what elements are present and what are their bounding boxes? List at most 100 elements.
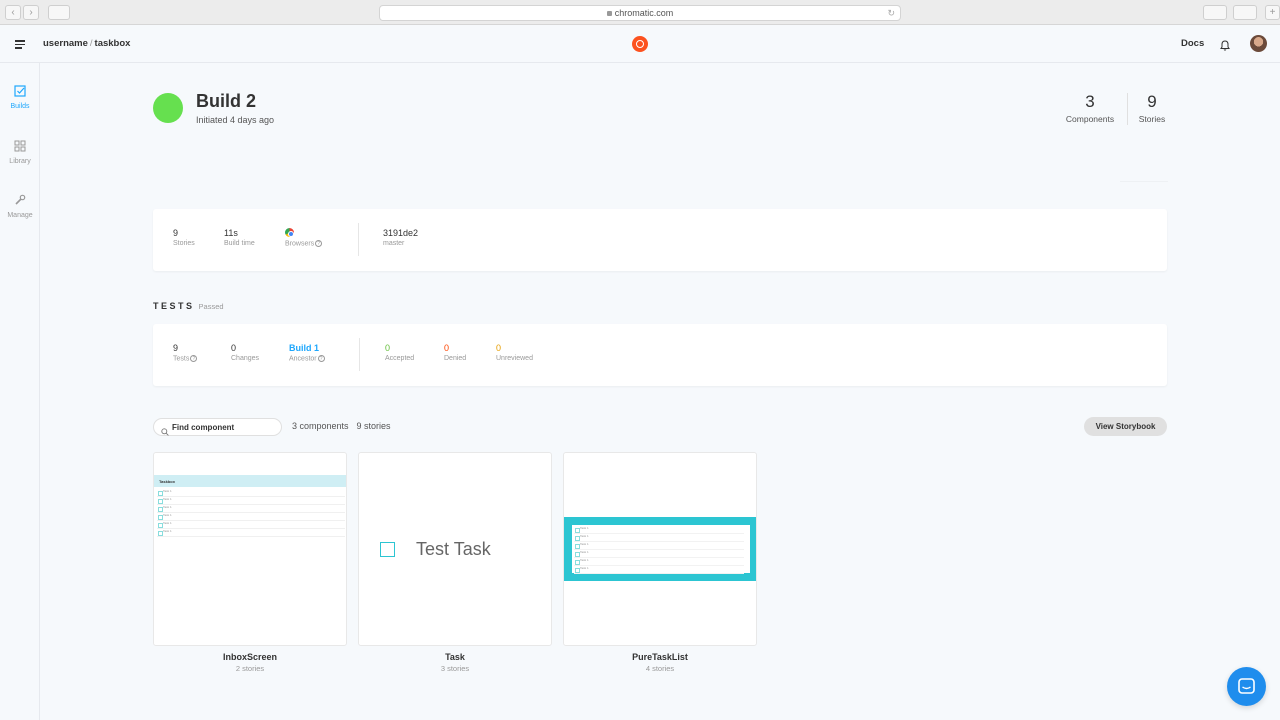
component-search[interactable]: [153, 418, 282, 436]
tests-count[interactable]: 9 Tests?: [173, 343, 198, 363]
help-icon[interactable]: ?: [315, 240, 323, 247]
bell-icon[interactable]: [1220, 38, 1230, 56]
page-title: Build 2: [196, 91, 257, 111]
thumbnail-frame: Task 1 Task 1 Task 1 Task 1 Task 1 Task …: [564, 517, 756, 581]
component-card[interactable]: Test Task Task 3 stories: [358, 452, 552, 673]
view-storybook-button[interactable]: View Storybook: [1084, 417, 1167, 436]
summary-commit[interactable]: 3191de2 master: [383, 228, 418, 247]
breadcrumb[interactable]: username / taskbox: [43, 38, 130, 49]
metric-label: Ancestor: [289, 355, 317, 363]
sidebar-item-manage[interactable]: Manage: [0, 194, 40, 219]
component-thumbnail[interactable]: Task 1 Task 1 Task 1 Task 1 Task 1 Task …: [563, 452, 757, 646]
owner-name[interactable]: username: [43, 38, 88, 49]
docs-link[interactable]: Docs: [1181, 38, 1204, 49]
browser-toolbar: ‹ › chromatic.com ↻ +: [0, 0, 1280, 25]
status-badge: Passed: [198, 302, 224, 311]
thumbnail-row: Task 1: [157, 529, 345, 537]
metric-value: 0: [231, 343, 237, 353]
metric-label: Denied: [444, 355, 467, 362]
metric-label: Unreviewed: [496, 355, 533, 362]
thumbnail-row: Task 1: [157, 505, 345, 513]
library-counts: 3 components 9 stories: [292, 421, 399, 431]
ancestor-link[interactable]: Build 1: [289, 343, 325, 354]
project-name[interactable]: taskbox: [95, 38, 131, 49]
divider: [1127, 93, 1128, 125]
sidebar-item-builds[interactable]: Builds: [0, 85, 40, 110]
metric-label: Browsers: [285, 240, 315, 248]
ancestor-build[interactable]: Build 1 Ancestor?: [289, 343, 325, 362]
help-icon[interactable]: ?: [317, 355, 325, 362]
address-bar[interactable]: chromatic.com ↻: [379, 5, 901, 21]
thumbnail-row: Task 1: [574, 542, 744, 550]
component-thumbnail[interactable]: Taskbox Task 1 Task 1 Task 1 Task 1 Task…: [153, 452, 347, 646]
stories-stat: 9 Stories: [1135, 92, 1169, 124]
denied-count[interactable]: 0 Denied: [444, 343, 466, 362]
thumbnail-row: Task 1: [574, 526, 744, 534]
thumbnail-row: Task 1: [157, 521, 345, 529]
stories-count-text: 9 stories: [356, 421, 391, 431]
back-icon[interactable]: ‹: [5, 5, 21, 20]
thumbnail-row: Task 1: [574, 550, 744, 558]
accepted-count[interactable]: 0 Accepted: [385, 343, 414, 362]
component-name[interactable]: PureTaskList: [563, 652, 757, 662]
branch-name: master: [383, 240, 405, 247]
component-card[interactable]: Taskbox Task 1 Task 1 Task 1 Task 1 Task…: [153, 452, 347, 673]
reload-icon[interactable]: ↻: [887, 6, 895, 20]
sidebar-toggle-icon[interactable]: [48, 5, 70, 20]
unreviewed-count[interactable]: 0 Unreviewed: [496, 343, 533, 362]
stories-count: 9: [1147, 92, 1157, 111]
library-icon: [0, 140, 40, 154]
url-text: chromatic.com: [614, 8, 674, 18]
sidebar-item-label: Manage: [7, 212, 33, 219]
component-name[interactable]: InboxScreen: [153, 652, 347, 662]
breadcrumb-separator: /: [89, 38, 93, 49]
component-name[interactable]: Task: [358, 652, 552, 662]
metric-value: 11s: [224, 228, 238, 238]
forward-icon[interactable]: ›: [23, 5, 39, 20]
components-count-text: 3 components: [292, 421, 349, 431]
component-stories: 4 stories: [645, 664, 675, 673]
thumbnail-row: Task 1: [574, 558, 744, 566]
sidebar: Builds Library Manage: [0, 63, 40, 720]
metric-label: Build time: [224, 240, 255, 247]
tests-card: 9 Tests? 0 Changes Build 1 Ancestor? 0 A…: [153, 324, 1167, 386]
app-header: username / taskbox Docs: [0, 25, 1280, 63]
avatar[interactable]: [1250, 35, 1267, 52]
chat-icon: [1238, 678, 1255, 694]
summary-browsers[interactable]: Browsers?: [285, 228, 323, 248]
changes-count: 0 Changes: [231, 343, 259, 362]
build-subtitle: Initiated 4 days ago: [196, 115, 275, 125]
component-card[interactable]: Task 1 Task 1 Task 1 Task 1 Task 1 Task …: [563, 452, 757, 673]
sidebar-item-label: Library: [9, 158, 31, 165]
build-summary-card: 9 Stories 11s Build time Browsers? 3191d…: [153, 209, 1167, 271]
tabs-icon[interactable]: [1233, 5, 1257, 20]
thumbnail-row: Task 1: [574, 534, 744, 542]
checkbox-icon: [380, 542, 395, 557]
metric-label: Changes: [231, 355, 260, 362]
thumbnail-header: Taskbox: [154, 475, 346, 487]
metric-value: 0: [385, 343, 391, 353]
divider: [359, 338, 360, 371]
menu-icon[interactable]: [15, 40, 25, 51]
chrome-browser-icon: [285, 228, 294, 237]
component-stories: 3 stories: [440, 664, 470, 673]
sidebar-item-library[interactable]: Library: [0, 140, 40, 165]
component-stories: 2 stories: [235, 664, 265, 673]
metric-label: Accepted: [385, 355, 415, 362]
wrench-icon: [0, 194, 40, 208]
search-input[interactable]: [172, 422, 276, 432]
thumbnail-row: Task 1: [574, 566, 744, 574]
chromatic-logo-icon[interactable]: [632, 36, 648, 52]
chat-button[interactable]: [1227, 667, 1266, 706]
thumbnail-row: Task 1: [157, 513, 345, 521]
share-icon[interactable]: [1203, 5, 1227, 20]
metric-value: 0: [496, 343, 502, 353]
sidebar-item-label: Builds: [10, 103, 30, 110]
new-tab-icon[interactable]: +: [1265, 5, 1280, 20]
metric-label: Tests: [173, 355, 190, 363]
help-icon[interactable]: ?: [190, 355, 198, 362]
commit-hash[interactable]: 3191de2: [383, 228, 418, 239]
summary-stories: 9 Stories: [173, 228, 195, 247]
component-thumbnail[interactable]: Test Task: [358, 452, 552, 646]
divider: [358, 223, 359, 256]
